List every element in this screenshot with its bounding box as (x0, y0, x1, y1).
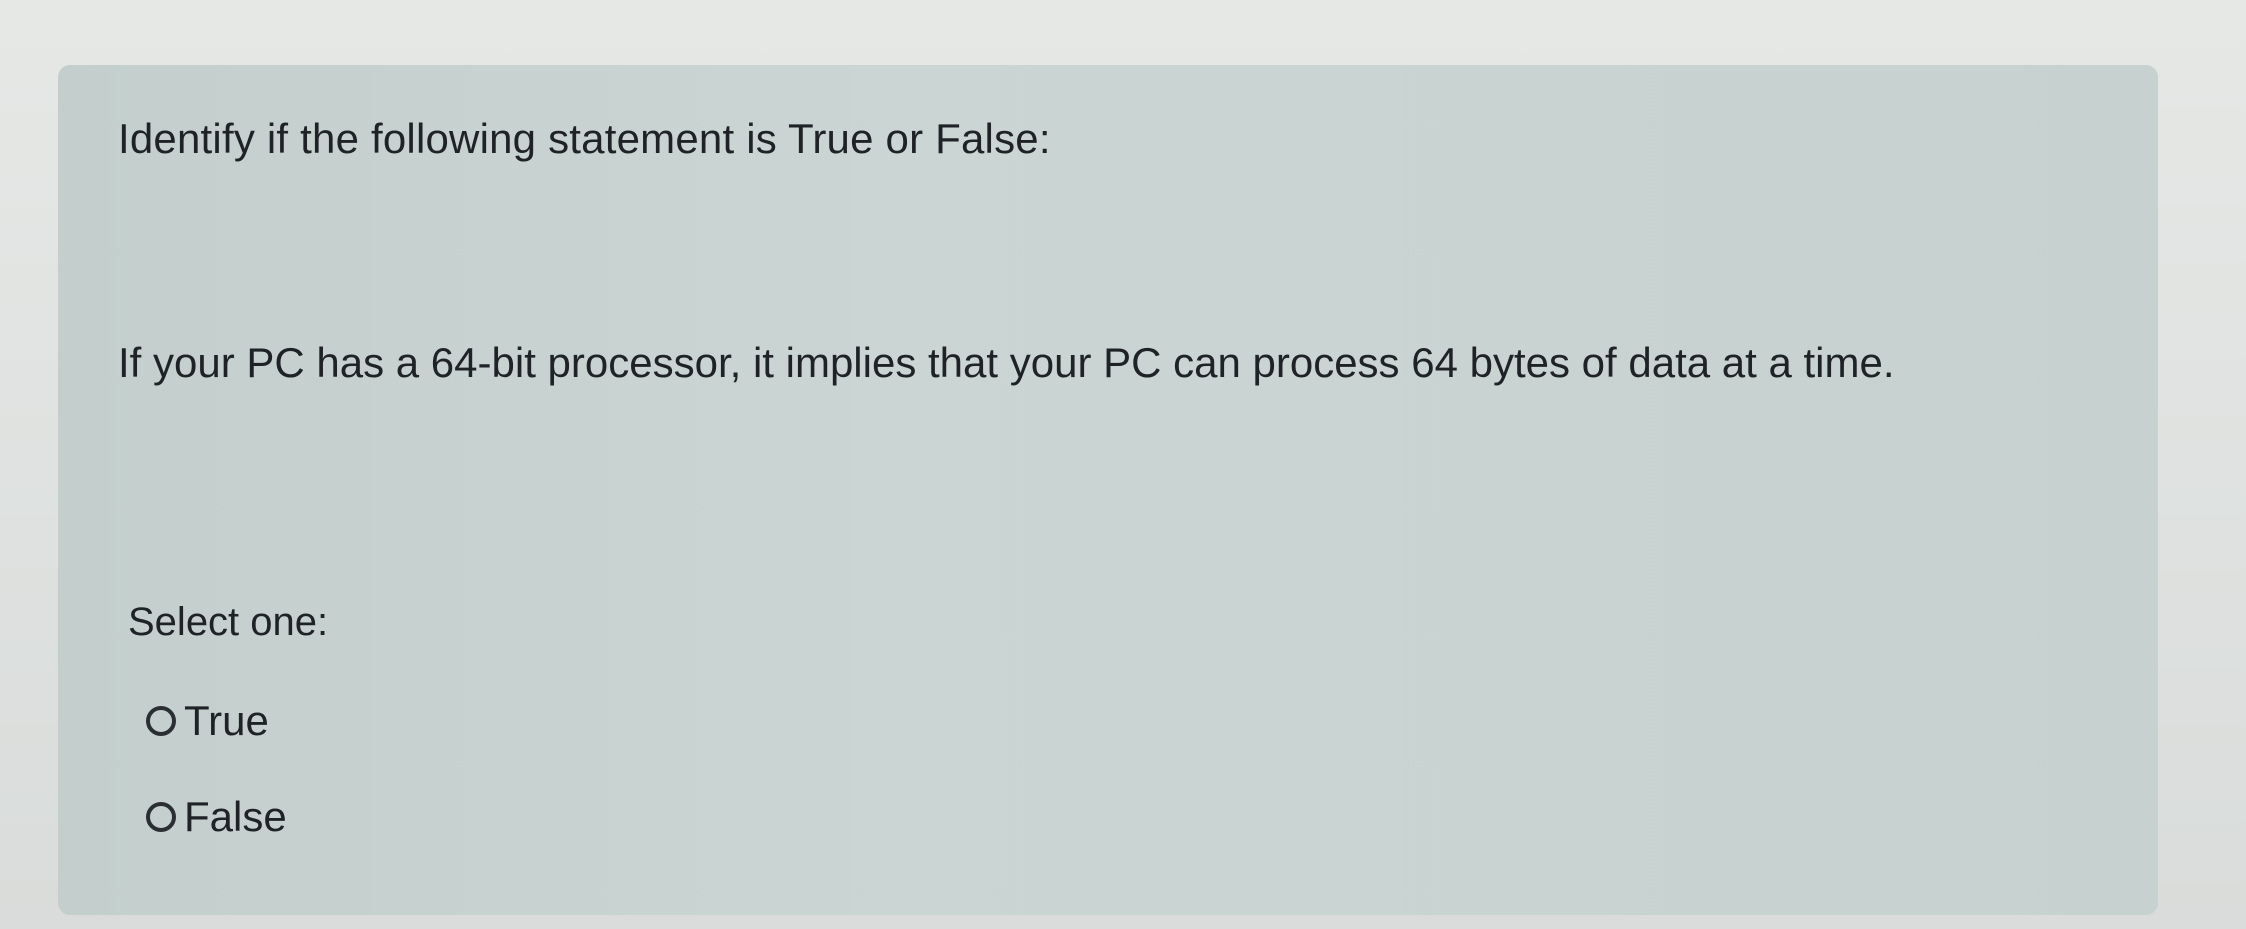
question-statement: If your PC has a 64-bit processor, it im… (118, 339, 1895, 386)
question-panel: Identify if the following statement is T… (58, 65, 2158, 915)
radio-true[interactable] (146, 706, 176, 736)
question-prompt: Identify if the following statement is T… (118, 115, 1051, 162)
option-true[interactable]: True (146, 697, 269, 745)
radio-false[interactable] (146, 802, 176, 832)
option-true-label: True (184, 697, 269, 744)
option-false[interactable]: False (146, 793, 287, 841)
select-one-label: Select one: (128, 600, 329, 644)
option-false-label: False (184, 793, 287, 840)
